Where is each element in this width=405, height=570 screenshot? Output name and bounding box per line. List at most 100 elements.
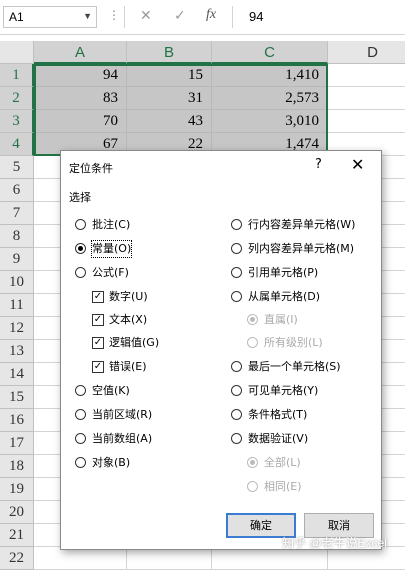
formula-input[interactable]: 94 xyxy=(249,9,263,24)
divider xyxy=(124,6,125,28)
row-header-14[interactable]: 14 xyxy=(0,363,34,386)
row-header-10[interactable]: 10 xyxy=(0,271,34,294)
option-label: 条件格式(T) xyxy=(248,408,308,421)
option-label: 引用单元格(P) xyxy=(248,266,319,279)
checkbox-icon[interactable]: ✓ xyxy=(92,337,104,349)
option-label: 空值(K) xyxy=(92,384,130,397)
name-box-value: A1 xyxy=(9,10,24,24)
row-header-18[interactable]: 18 xyxy=(0,455,34,478)
cell-a1[interactable]: 94 xyxy=(34,64,127,87)
radio-icon[interactable] xyxy=(231,219,242,230)
row-header-15[interactable]: 15 xyxy=(0,386,34,409)
checkbox-icon[interactable]: ✓ xyxy=(92,291,104,303)
watermark: 知乎 @老牛说Excel xyxy=(282,536,387,550)
cell-d1[interactable] xyxy=(328,64,405,87)
row-header-20[interactable]: 20 xyxy=(0,501,34,524)
divider xyxy=(232,6,233,28)
row-header-13[interactable]: 13 xyxy=(0,340,34,363)
row-header-5[interactable]: 5 xyxy=(0,156,34,179)
row-header-12[interactable]: 12 xyxy=(0,317,34,340)
option-label: 当前数组(A) xyxy=(92,432,153,445)
column-header-b[interactable]: B xyxy=(127,41,212,64)
cell-c1[interactable]: 1,410 xyxy=(212,64,328,87)
column-header-c[interactable]: C xyxy=(212,41,328,64)
row-header-6[interactable]: 6 xyxy=(0,179,34,202)
help-icon[interactable]: ? xyxy=(315,157,322,172)
dialog-title: 定位条件 xyxy=(69,162,113,175)
radio-icon[interactable] xyxy=(231,243,242,254)
radio-icon[interactable] xyxy=(231,267,242,278)
select-all-corner[interactable] xyxy=(0,41,34,64)
close-icon[interactable]: ✕ xyxy=(351,155,364,174)
option-label: 数字(U) xyxy=(109,290,148,303)
option-label: 可见单元格(Y) xyxy=(248,384,319,397)
checkbox-icon[interactable]: ✓ xyxy=(92,314,104,326)
radio-icon[interactable] xyxy=(231,291,242,302)
radio-icon[interactable] xyxy=(231,433,242,444)
cell-d2[interactable] xyxy=(328,87,405,110)
option-label: 公式(F) xyxy=(92,266,129,279)
cancel-icon[interactable]: ✕ xyxy=(140,7,152,24)
option-label: 文本(X) xyxy=(109,313,148,326)
option-label: 当前区域(R) xyxy=(92,408,153,421)
row-header-2[interactable]: 2 xyxy=(0,87,34,110)
radio-icon[interactable] xyxy=(231,409,242,420)
row-header-19[interactable]: 19 xyxy=(0,478,34,501)
go-to-special-dialog: 定位条件 ? ✕ 选择 批注(C) 常量(O) 公式(F) ✓ 数字(U) ✓ 文本… xyxy=(60,150,382,550)
cell-a3[interactable]: 70 xyxy=(34,110,127,133)
option-label: 从属单元格(D) xyxy=(248,290,321,303)
row-header-8[interactable]: 8 xyxy=(0,225,34,248)
row-header-1[interactable]: 1 xyxy=(0,64,34,87)
option-label: 全部(L) xyxy=(264,456,301,469)
row-header-7[interactable]: 7 xyxy=(0,202,34,225)
row-header-11[interactable]: 11 xyxy=(0,294,34,317)
radio-icon[interactable] xyxy=(75,267,86,278)
option-label: 最后一个单元格(S) xyxy=(248,360,341,373)
cell-b2[interactable]: 31 xyxy=(127,87,212,110)
row-header-21[interactable]: 21 xyxy=(0,524,34,547)
option-label: 对象(B) xyxy=(92,456,131,469)
name-box[interactable]: A1 ▼ xyxy=(3,6,97,28)
chevron-down-icon[interactable]: ▼ xyxy=(83,11,92,21)
radio-icon[interactable] xyxy=(231,361,242,372)
option-label: 列内容差异单元格(M) xyxy=(248,242,355,255)
cell-b1[interactable]: 15 xyxy=(127,64,212,87)
option-label: 所有级别(L) xyxy=(264,336,323,349)
cell-c3[interactable]: 3,010 xyxy=(212,110,328,133)
radio-icon[interactable] xyxy=(75,243,86,254)
option-label: 常量(O) xyxy=(90,240,133,258)
insert-function-icon[interactable]: fx xyxy=(206,7,216,23)
radio-icon[interactable] xyxy=(75,219,86,230)
row-header-17[interactable]: 17 xyxy=(0,432,34,455)
option-label: 直属(I) xyxy=(264,313,298,326)
row-header-3[interactable]: 3 xyxy=(0,110,34,133)
option-label: 数据验证(V) xyxy=(248,432,309,445)
option-label: 错误(E) xyxy=(109,360,147,373)
option-label: 相同(E) xyxy=(264,480,302,493)
radio-icon xyxy=(247,457,258,468)
column-header-d[interactable]: D xyxy=(328,41,405,64)
row-header-9[interactable]: 9 xyxy=(0,248,34,271)
option-label: 行内容差异单元格(W) xyxy=(248,218,356,231)
radio-icon[interactable] xyxy=(75,457,86,468)
radio-icon xyxy=(247,481,258,492)
cell-c2[interactable]: 2,573 xyxy=(212,87,328,110)
formula-bar: A1 ▼ ⋮ ✕ ✓ fx 94 xyxy=(0,0,405,35)
option-label: 批注(C) xyxy=(92,218,131,231)
radio-icon[interactable] xyxy=(75,409,86,420)
enter-icon[interactable]: ✓ xyxy=(174,7,186,24)
radio-icon[interactable] xyxy=(231,385,242,396)
row-header-4[interactable]: 4 xyxy=(0,133,34,156)
radio-icon xyxy=(247,314,258,325)
column-header-a[interactable]: A xyxy=(34,41,127,64)
checkbox-icon[interactable]: ✓ xyxy=(92,361,104,373)
radio-icon xyxy=(247,337,258,348)
radio-icon[interactable] xyxy=(75,433,86,444)
radio-icon[interactable] xyxy=(75,385,86,396)
group-label: 选择 xyxy=(69,191,91,204)
cell-d3[interactable] xyxy=(328,110,405,133)
cell-b3[interactable]: 43 xyxy=(127,110,212,133)
row-header-16[interactable]: 16 xyxy=(0,409,34,432)
cell-a2[interactable]: 83 xyxy=(34,87,127,110)
more-icon: ⋮ xyxy=(108,8,120,22)
